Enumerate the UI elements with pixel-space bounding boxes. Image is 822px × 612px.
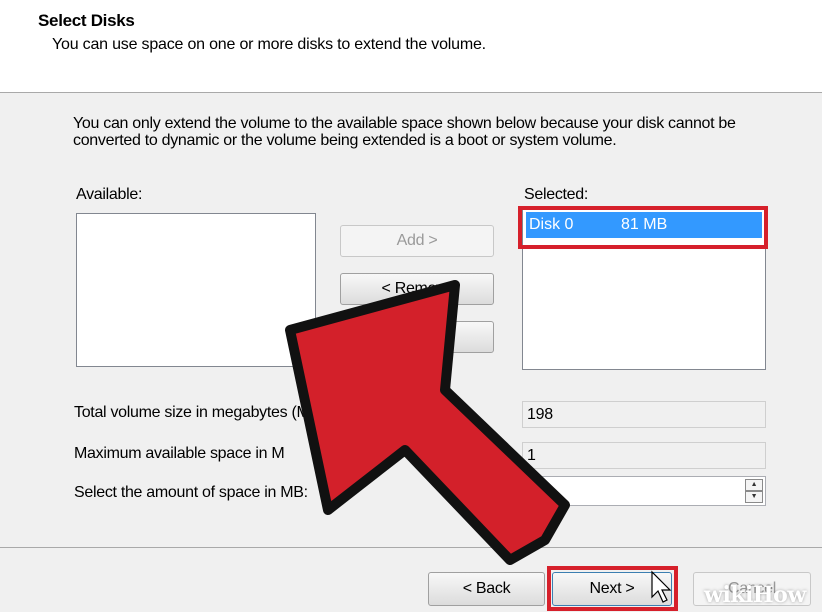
amount-label: Select the amount of space in MB: [74,484,308,501]
spin-up-icon[interactable]: ▲ [745,479,763,491]
wizard-content: You can only extend the volume to the av… [0,93,822,547]
amount-stepper[interactable]: ▲ ▼ [745,479,763,503]
page-subtitle: You can use space on one or more disks t… [52,36,486,53]
spin-down-icon[interactable]: ▼ [745,491,763,503]
remove-button[interactable]: < Remove [340,273,494,305]
amount-input[interactable]: ▲ ▼ [522,476,766,506]
info-text: You can only extend the volume to the av… [73,115,736,149]
watermark-logo: wikiHow [704,582,806,608]
available-label: Available: [76,186,143,203]
available-disks-list[interactable] [76,213,316,367]
selected-disk-highlight [518,206,768,249]
selected-label: Selected: [524,186,589,203]
remove-all-button[interactable]: Remo [340,321,494,353]
add-button[interactable]: Add > [340,225,494,257]
back-button[interactable]: < Back [428,572,545,606]
next-button-highlight [547,566,678,611]
page-title: Select Disks [38,11,135,30]
wizard-header: Select Disks You can use space on one or… [0,0,822,92]
total-size-field: 198 [522,401,766,428]
max-space-label: Maximum available space in M [74,445,285,462]
total-size-label: Total volume size in megabytes (MB): [74,404,330,421]
max-space-field: 1 [522,442,766,469]
